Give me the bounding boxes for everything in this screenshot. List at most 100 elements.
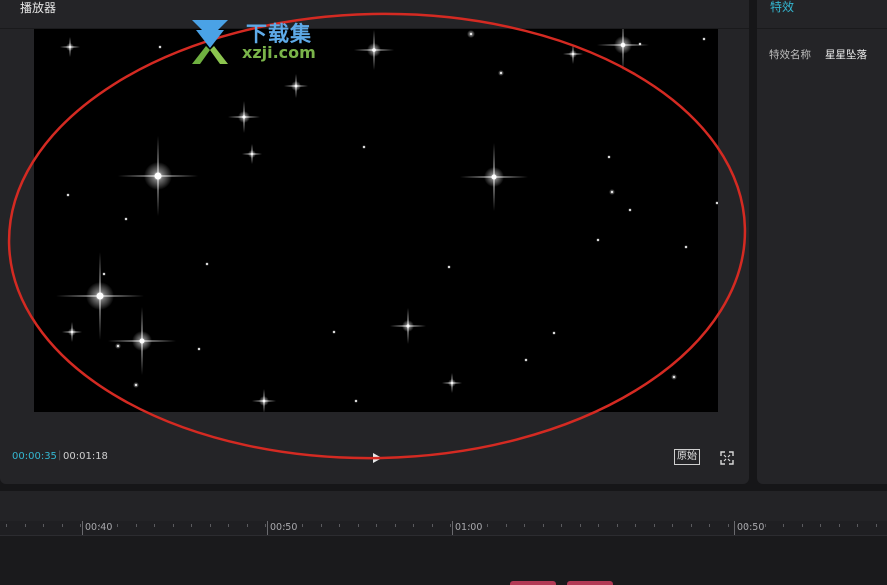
- star: [638, 42, 642, 46]
- ruler-minor-tick: [265, 524, 266, 527]
- current-time: 00:00:35: [12, 451, 57, 462]
- ruler-major-tick: [452, 521, 453, 535]
- ruler-minor-tick: [210, 524, 211, 527]
- total-time: 00:01:18: [63, 451, 108, 462]
- player-header: 播放器: [0, 0, 749, 29]
- timeline-clip[interactable]: [567, 581, 613, 585]
- star: [684, 245, 688, 249]
- star: [607, 155, 611, 159]
- ruler-minor-tick: [857, 524, 858, 527]
- ruler-minor-tick: [672, 524, 673, 527]
- ruler-minor-tick: [339, 524, 340, 527]
- star: [524, 358, 528, 362]
- timeline-toolbar: [0, 491, 887, 521]
- ruler-minor-tick: [321, 524, 322, 527]
- star: [60, 37, 80, 57]
- ruler-minor-tick: [62, 524, 63, 527]
- ruler-minor-tick: [173, 524, 174, 527]
- download-arrow-icon: [192, 20, 228, 64]
- star: [628, 208, 632, 212]
- star: [197, 347, 201, 351]
- ruler-minor-tick: [580, 524, 581, 527]
- star: [242, 144, 262, 164]
- ruler-minor-tick: [783, 524, 784, 527]
- ruler-minor-tick: [820, 524, 821, 527]
- star: [133, 382, 139, 388]
- ruler-minor-tick: [302, 524, 303, 527]
- ruler-minor-tick: [25, 524, 26, 527]
- ruler-minor-tick: [839, 524, 840, 527]
- ruler-minor-tick: [99, 524, 100, 527]
- star: [115, 343, 121, 349]
- ruler-minor-tick: [228, 524, 229, 527]
- star: [442, 373, 462, 393]
- timeline[interactable]: 00:40 00:50 01:00 00:50: [0, 491, 887, 585]
- player-title: 播放器: [20, 1, 57, 15]
- ruler-minor-tick: [358, 524, 359, 527]
- star: [362, 145, 366, 149]
- ruler-major-tick: [734, 521, 735, 535]
- ruler-minor-tick: [691, 524, 692, 527]
- ruler-minor-tick: [6, 524, 7, 527]
- fullscreen-button[interactable]: [720, 450, 734, 465]
- ruler-minor-tick: [191, 524, 192, 527]
- star: [284, 74, 308, 98]
- ruler-minor-tick: [635, 524, 636, 527]
- star: [447, 265, 451, 269]
- star: [563, 44, 583, 64]
- star: [332, 330, 336, 334]
- star: [124, 217, 128, 221]
- star: [252, 389, 276, 412]
- ruler-minor-tick: [728, 524, 729, 527]
- ruler-minor-tick: [469, 524, 470, 527]
- ruler-minor-tick: [395, 524, 396, 527]
- star: [467, 30, 475, 38]
- ruler-minor-tick: [506, 524, 507, 527]
- play-button[interactable]: [370, 450, 384, 464]
- ruler-minor-tick: [43, 524, 44, 527]
- ruler-minor-tick: [117, 524, 118, 527]
- fullscreen-icon: [720, 451, 734, 465]
- ruler-minor-tick: [524, 524, 525, 527]
- effect-name-label: 特效名称: [769, 49, 811, 61]
- effect-name-value: 星星坠落: [825, 49, 867, 61]
- ruler-minor-tick: [432, 524, 433, 527]
- star: [671, 374, 677, 380]
- ruler-minor-tick: [413, 524, 414, 527]
- watermark-logo: 下载集 xzji.com: [188, 18, 338, 68]
- effect-panel: 特效 特效名称 星星坠落: [757, 0, 887, 484]
- aspect-ratio-button[interactable]: 原始: [674, 449, 700, 465]
- star: [66, 193, 70, 197]
- star: [118, 136, 198, 216]
- starfield: [56, 29, 718, 412]
- star: [228, 101, 260, 133]
- tab-effects[interactable]: 特效: [770, 0, 794, 15]
- watermark-domain: xzji.com: [242, 43, 316, 62]
- star: [354, 399, 358, 403]
- ruler-major-tick: [82, 521, 83, 535]
- ruler-minor-tick: [654, 524, 655, 527]
- star: [715, 201, 718, 205]
- video-preview: [34, 29, 718, 412]
- timeline-clip[interactable]: [510, 581, 556, 585]
- player-panel: 播放器 00:00:35 | 00:01:18 原始: [0, 0, 749, 484]
- ruler-minor-tick: [247, 524, 248, 527]
- timeline-ruler[interactable]: 00:40 00:50 01:00 00:50: [0, 521, 887, 536]
- ruler-minor-tick: [543, 524, 544, 527]
- star: [102, 272, 106, 276]
- ruler-minor-tick: [746, 524, 747, 527]
- ruler-minor-tick: [487, 524, 488, 527]
- ruler-minor-tick: [709, 524, 710, 527]
- ruler-minor-tick: [80, 524, 81, 527]
- ruler-minor-tick: [876, 524, 877, 527]
- star: [158, 45, 162, 49]
- divider: [757, 28, 887, 29]
- ruler-minor-tick: [450, 524, 451, 527]
- star: [498, 70, 504, 76]
- star: [460, 143, 528, 211]
- star: [552, 331, 556, 335]
- star: [62, 322, 82, 342]
- time-separator: |: [58, 450, 62, 461]
- ruler-major-tick: [267, 521, 268, 535]
- ruler-minor-tick: [617, 524, 618, 527]
